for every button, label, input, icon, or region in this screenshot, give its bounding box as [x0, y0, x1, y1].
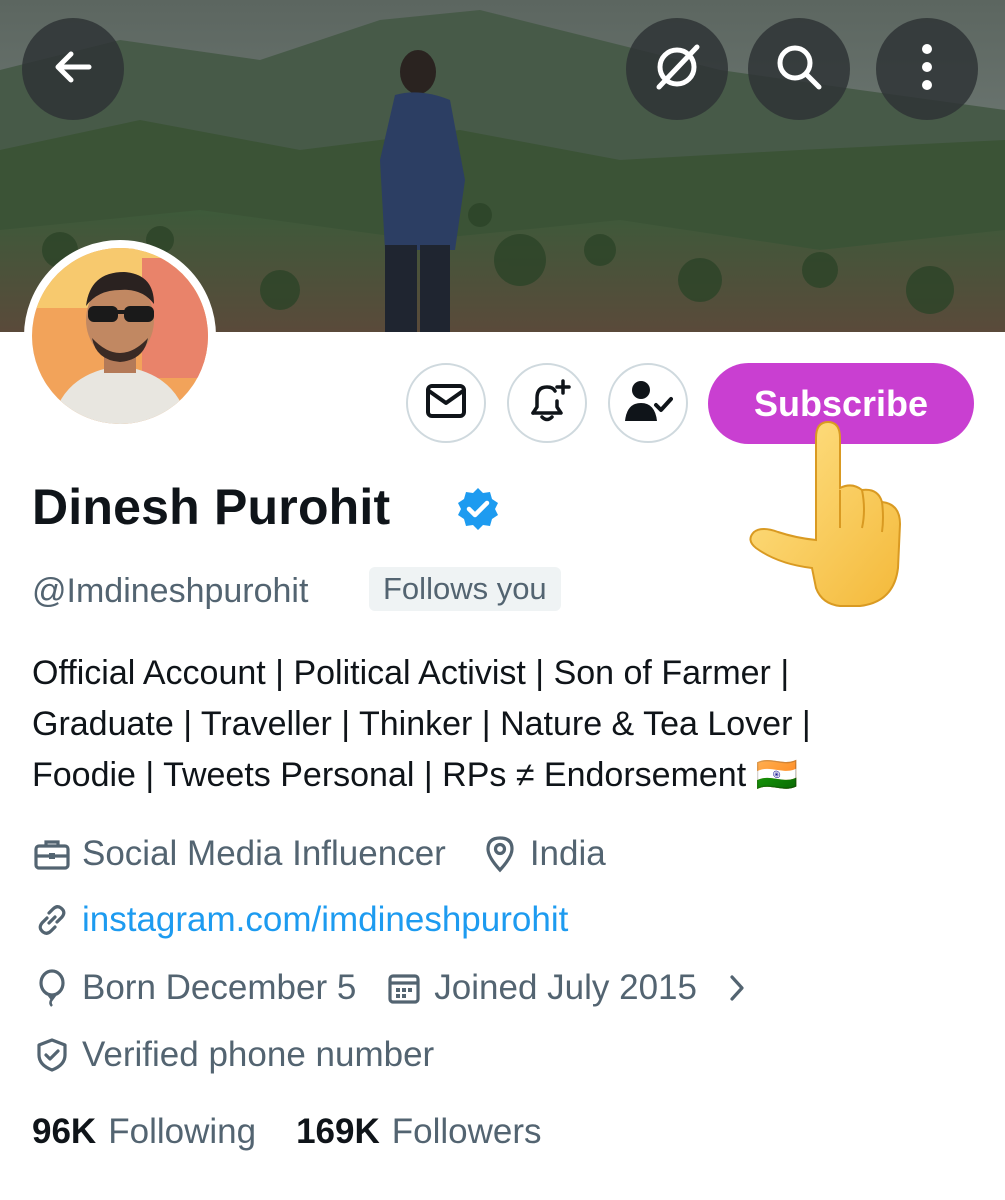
notifications-button[interactable] [507, 363, 587, 443]
chevron-right-icon[interactable] [717, 968, 757, 1008]
category-text: Social Media Influencer [82, 834, 446, 873]
pointing-hand-icon [748, 418, 908, 615]
birthday-text: Born December 5 [82, 968, 357, 1007]
followers-stat[interactable]: 169K Followers [296, 1112, 541, 1152]
verified-badge-icon[interactable] [455, 486, 501, 537]
envelope-icon [425, 383, 467, 424]
person-check-icon [623, 379, 673, 428]
website-link[interactable]: instagram.com/imdineshpurohit [82, 900, 568, 940]
link-icon [32, 900, 72, 940]
shield-check-icon [32, 1035, 72, 1075]
more-vertical-icon [917, 41, 937, 98]
bio-line: Graduate | Traveller | Thinker | Nature … [32, 705, 811, 743]
following-label: Following [108, 1112, 257, 1151]
profile-meta-dates: Born December 5 Joined July 2015 [32, 968, 767, 1008]
follow-counts: 96K Following 169K Followers [32, 1112, 542, 1152]
more-button[interactable] [876, 18, 978, 120]
location-text: India [529, 834, 606, 873]
bio-line: Official Account | Political Activist | … [32, 654, 790, 692]
verified-phone-text: Verified phone number [82, 1035, 435, 1074]
back-button[interactable] [22, 18, 124, 120]
following-stat[interactable]: 96K Following [32, 1112, 256, 1152]
calendar-icon [384, 968, 424, 1008]
follows-you-badge: Follows you [369, 567, 561, 611]
following-button[interactable] [608, 363, 688, 443]
arrow-left-icon [49, 43, 97, 96]
profile-meta-verified-phone: Verified phone number [32, 1035, 434, 1075]
grok-icon [649, 39, 705, 100]
followers-label: Followers [391, 1112, 542, 1151]
profile-handle: @Imdineshpurohit [32, 572, 309, 610]
following-count: 96K [32, 1112, 97, 1151]
joined-text: Joined July 2015 [434, 968, 697, 1007]
balloon-icon [32, 968, 72, 1008]
location-pin-icon [480, 834, 520, 874]
followers-count: 169K [296, 1112, 380, 1151]
briefcase-icon [32, 834, 72, 874]
bio-line: Foodie | Tweets Personal | RPs ≠ Endorse… [32, 756, 798, 794]
profile-bio: Official Account | Political Activist | … [32, 648, 982, 801]
message-button[interactable] [406, 363, 486, 443]
profile-meta-link: instagram.com/imdineshpurohit [32, 900, 568, 940]
grok-button[interactable] [626, 18, 728, 120]
bell-plus-icon [523, 377, 571, 430]
search-button[interactable] [748, 18, 850, 120]
avatar[interactable] [24, 240, 216, 432]
search-icon [772, 40, 826, 99]
profile-meta-category: Social Media Influencer India [32, 834, 606, 874]
profile-name: Dinesh Purohit [32, 479, 391, 535]
